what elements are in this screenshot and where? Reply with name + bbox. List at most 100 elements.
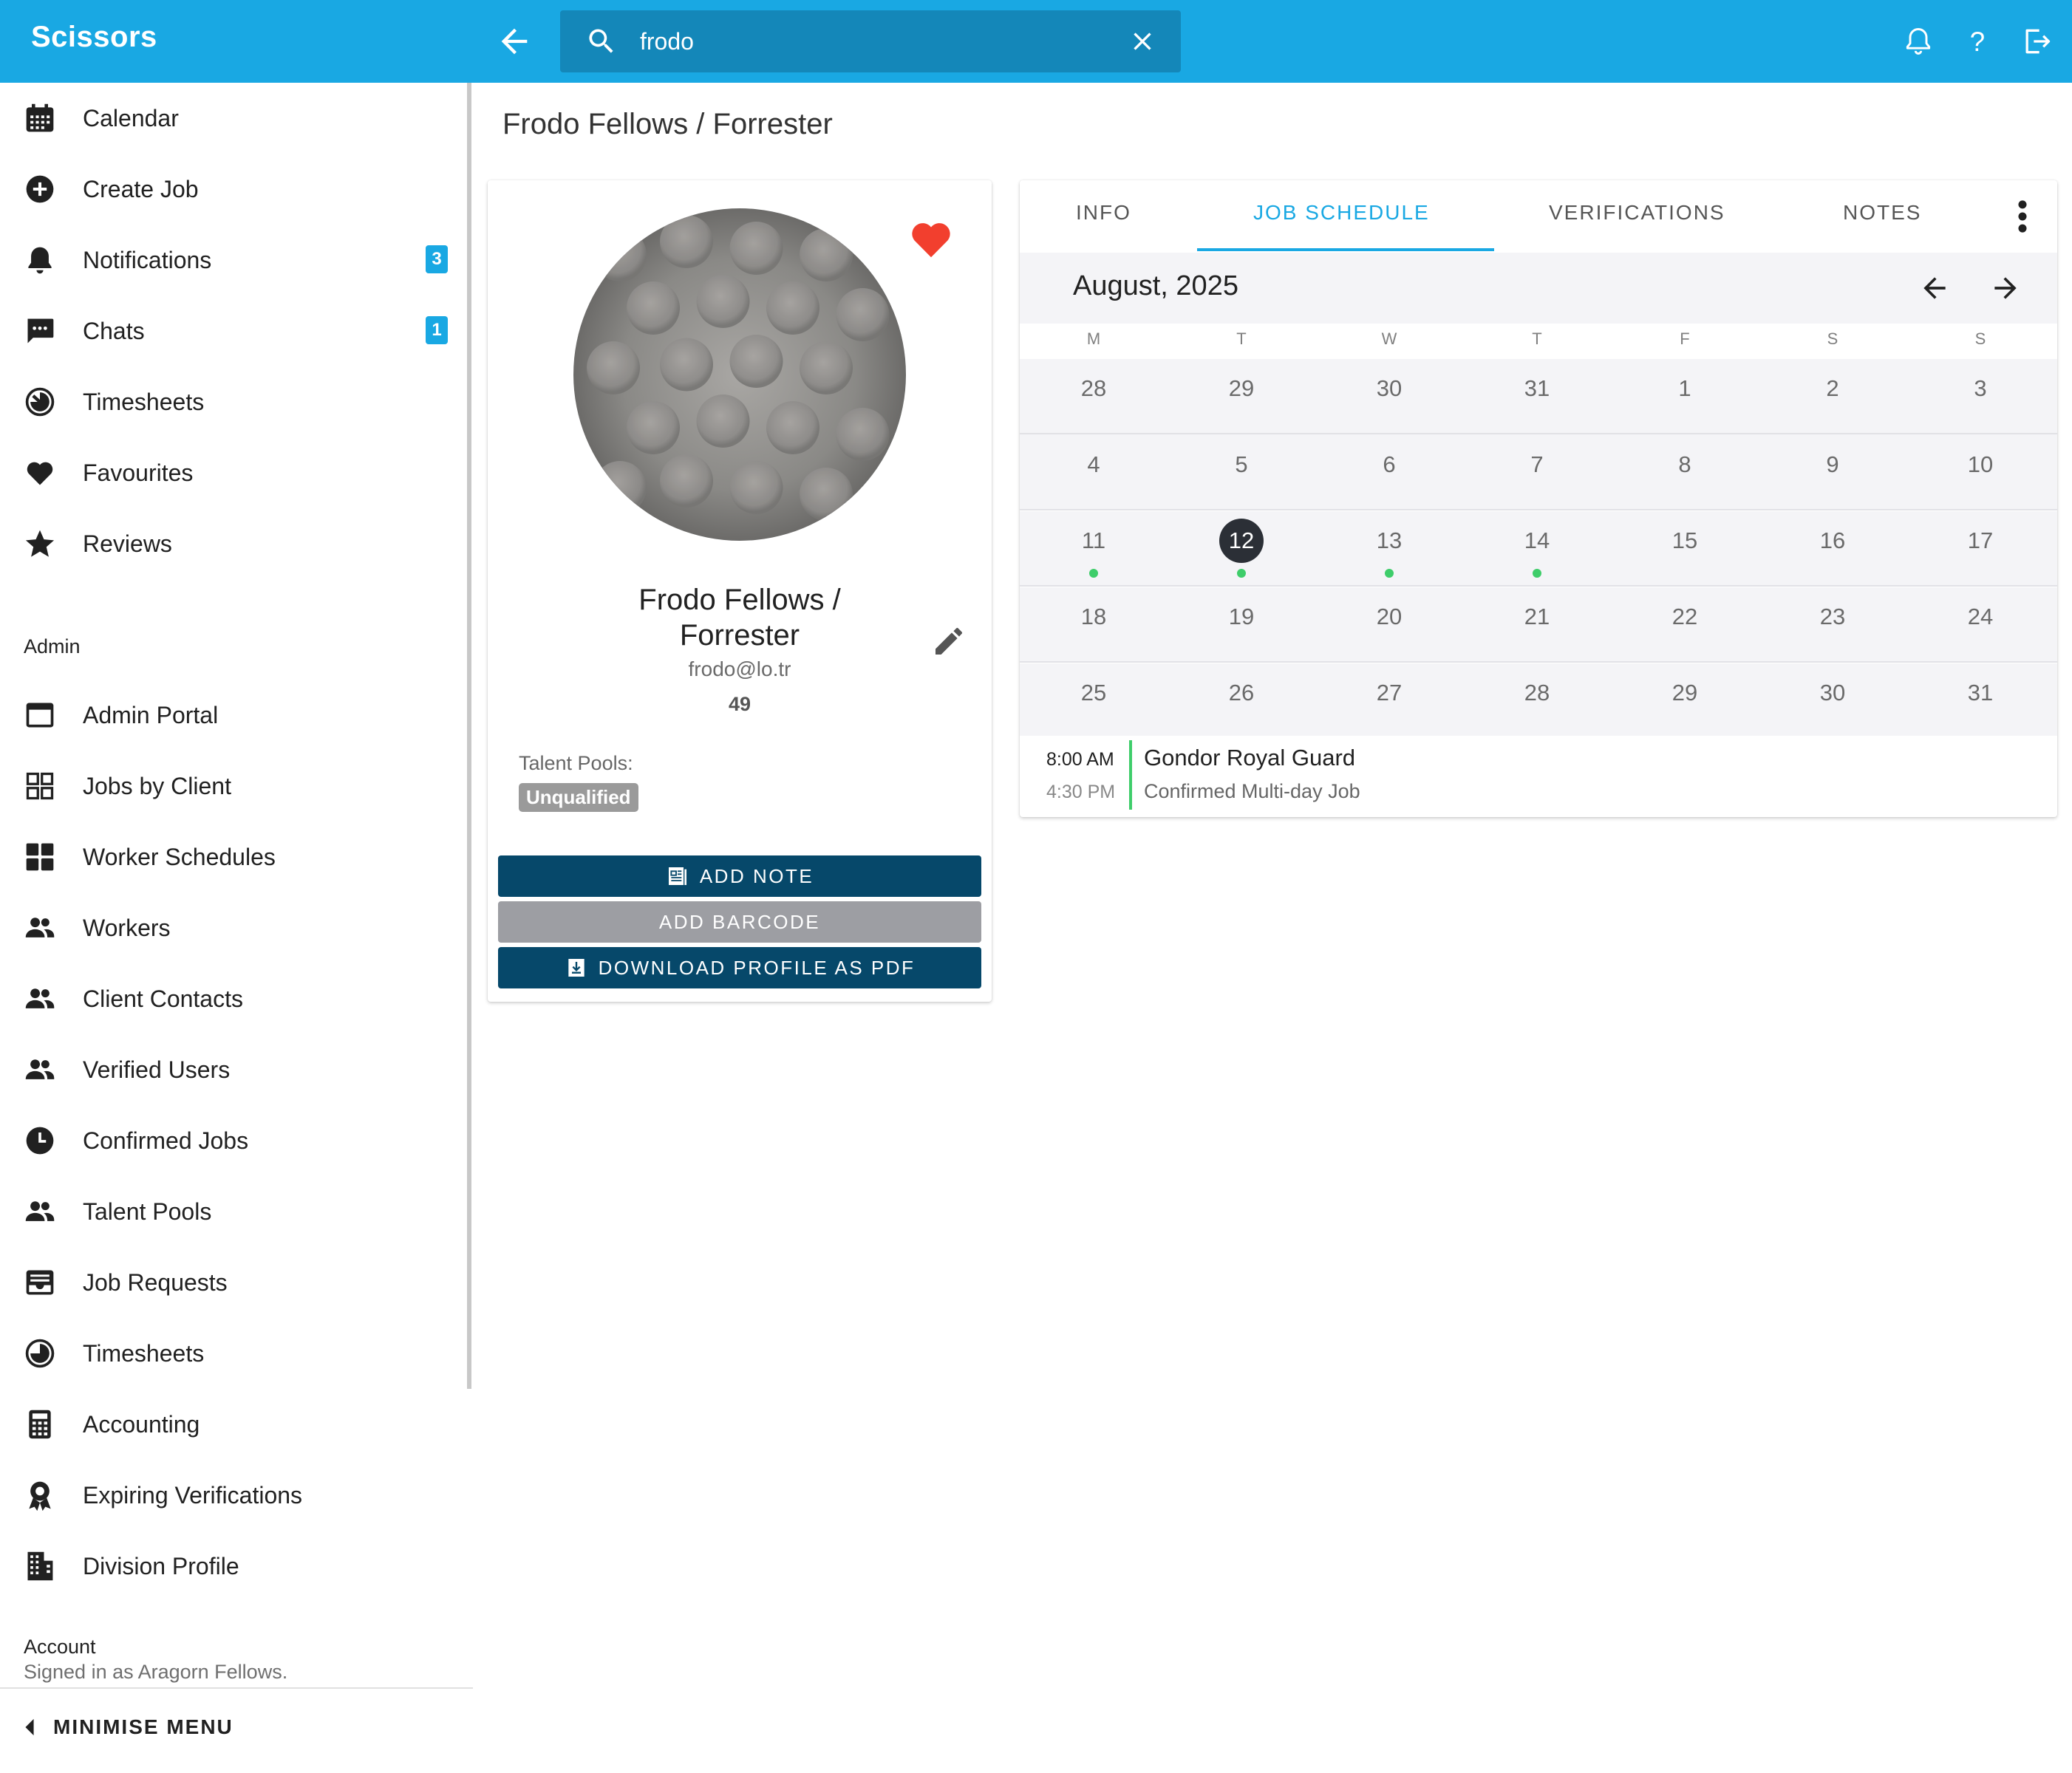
event-end-time: 4:30 PM (1046, 782, 1116, 802)
calendar-day[interactable]: 5 (1204, 451, 1278, 478)
avatar[interactable] (573, 208, 906, 541)
sidebar-item-workers[interactable]: Workers (0, 892, 466, 963)
calendar-day[interactable]: 8 (1648, 451, 1722, 478)
tab-job-schedule[interactable]: JOB SCHEDULE (1253, 201, 1430, 225)
sidebar-item-jobs-by-client[interactable]: Jobs by Client (0, 751, 466, 821)
sidebar-item-confirmed-jobs[interactable]: Confirmed Jobs (0, 1105, 466, 1176)
sidebar-item-job-requests[interactable]: Job Requests (0, 1247, 466, 1318)
sidebar-item-label: Notifications (83, 247, 212, 273)
add-barcode-button[interactable]: ADD BARCODE (498, 901, 981, 943)
calendar-day[interactable]: 17 (1943, 527, 2017, 554)
calendar-day[interactable]: 18 (1057, 604, 1131, 630)
sidebar-item-client-contacts[interactable]: Client Contacts (0, 963, 466, 1034)
calendar-day[interactable]: 14 (1500, 527, 1574, 554)
calendar-day[interactable]: 30 (1352, 375, 1426, 402)
sidebar-item-worker-schedules[interactable]: Worker Schedules (0, 821, 466, 892)
more-vert-icon[interactable] (2017, 199, 2028, 233)
calendar-day[interactable]: 6 (1352, 451, 1426, 478)
minimise-menu-button[interactable]: MINIMISE MENU (22, 1715, 234, 1739)
weekday-label: S (1974, 329, 1986, 348)
calendar-day[interactable]: 7 (1500, 451, 1574, 478)
calendar-day[interactable]: 29 (1648, 680, 1722, 706)
calendar-day[interactable]: 25 (1057, 680, 1131, 706)
calendar-day[interactable]: 12 (1204, 527, 1278, 554)
sidebar-item-admin-portal[interactable]: Admin Portal (0, 680, 466, 751)
profile-name: Frodo Fellows / Forrester (547, 582, 933, 653)
browser-window-icon (26, 703, 54, 728)
tab-verifications[interactable]: VERIFICATIONS (1549, 201, 1725, 225)
talent-pool-chip[interactable]: Unqualified (519, 783, 638, 812)
tab-notes[interactable]: NOTES (1843, 201, 1921, 225)
sidebar-item-timesheets[interactable]: Timesheets (0, 366, 466, 437)
sidebar-item-reviews[interactable]: Reviews (0, 508, 466, 579)
calendar-day[interactable]: 28 (1057, 375, 1131, 402)
calendar-day[interactable]: 24 (1943, 604, 2017, 630)
calendar-day[interactable]: 29 (1204, 375, 1278, 402)
calendar-day[interactable]: 28 (1500, 680, 1574, 706)
logout-icon[interactable] (2020, 25, 2053, 58)
next-month-arrow-icon[interactable] (1989, 272, 2022, 304)
calendar-day[interactable]: 31 (1500, 375, 1574, 402)
calendar-day[interactable]: 2 (1796, 375, 1870, 402)
calendar-day[interactable]: 26 (1204, 680, 1278, 706)
calendar-icon (26, 103, 54, 132)
job-indicator-dot (1533, 569, 1541, 578)
calendar-day[interactable]: 9 (1796, 451, 1870, 478)
calendar-day[interactable]: 4 (1057, 451, 1131, 478)
calendar-day[interactable]: 1 (1648, 375, 1722, 402)
sidebar-item-admin-timesheets[interactable]: Timesheets (0, 1318, 466, 1389)
sidebar-item-accounting[interactable]: Accounting (0, 1389, 466, 1460)
bell-icon[interactable] (1902, 25, 1935, 58)
calendar-day[interactable]: 21 (1500, 604, 1574, 630)
sidebar-divider (0, 1687, 473, 1689)
chat-icon (27, 318, 54, 344)
sidebar-item-division-profile[interactable]: Division Profile (0, 1531, 466, 1602)
search-bar (560, 10, 1181, 72)
download-profile-pdf-button[interactable]: DOWNLOAD PROFILE AS PDF (498, 947, 981, 988)
calendar-day[interactable]: 15 (1648, 527, 1722, 554)
calendar-day[interactable]: 13 (1352, 527, 1426, 554)
grid-filled-icon (26, 843, 54, 871)
search-input[interactable] (640, 21, 1098, 62)
add-note-button[interactable]: ADD NOTE (498, 855, 981, 897)
calendar-day[interactable]: 22 (1648, 604, 1722, 630)
calendar-day[interactable]: 10 (1943, 451, 2017, 478)
pencil-icon[interactable] (931, 624, 967, 659)
signed-in-text: Signed in as Aragorn Fellows. (24, 1661, 288, 1683)
sidebar-item-expiring-verifications[interactable]: Expiring Verifications (0, 1460, 466, 1531)
grid-outline-icon (26, 772, 54, 800)
calendar-day[interactable]: 16 (1796, 527, 1870, 554)
account-section-header: Account (24, 1636, 96, 1658)
calendar-day[interactable]: 27 (1352, 680, 1426, 706)
sidebar-item-talent-pools[interactable]: Talent Pools (0, 1176, 466, 1247)
calendar-day[interactable]: 23 (1796, 604, 1870, 630)
calendar-day[interactable]: 11 (1057, 527, 1131, 554)
calendar-day[interactable]: 20 (1352, 604, 1426, 630)
arrow-left-icon[interactable] (495, 22, 534, 61)
sidebar-item-label: Workers (83, 915, 171, 941)
sidebar-item-label: Admin Portal (83, 702, 219, 728)
tab-info[interactable]: INFO (1076, 201, 1131, 225)
sidebar-item-verified-users[interactable]: Verified Users (0, 1034, 466, 1105)
heart-icon (27, 462, 53, 485)
calendar-day[interactable]: 31 (1943, 680, 2017, 706)
favourite-heart-icon[interactable] (909, 217, 953, 259)
note-icon (668, 867, 686, 885)
prev-month-arrow-icon[interactable] (1918, 272, 1951, 304)
schedule-card: INFO JOB SCHEDULE VERIFICATIONS NOTES Au… (1020, 180, 2057, 817)
sidebar-item-favourites[interactable]: Favourites (0, 437, 466, 508)
sidebar-item-chats[interactable]: Chats 1 (0, 296, 466, 366)
weekday-label: T (1532, 329, 1542, 348)
app-title[interactable]: Scissors (31, 21, 157, 54)
sidebar-item-calendar[interactable]: Calendar (0, 83, 466, 154)
weekday-label: S (1827, 329, 1838, 348)
profile-name-line-2: Forrester (679, 619, 800, 652)
sidebar-item-label: Jobs by Client (83, 773, 231, 799)
calendar-day[interactable]: 3 (1943, 375, 2017, 402)
sidebar-item-create-job[interactable]: Create Job (0, 154, 466, 225)
calendar-day[interactable]: 30 (1796, 680, 1870, 706)
close-icon[interactable] (1128, 27, 1157, 56)
sidebar-item-notifications[interactable]: Notifications 3 (0, 225, 466, 296)
calendar-day[interactable]: 19 (1204, 604, 1278, 630)
help-icon[interactable]: ? (1961, 25, 1994, 58)
